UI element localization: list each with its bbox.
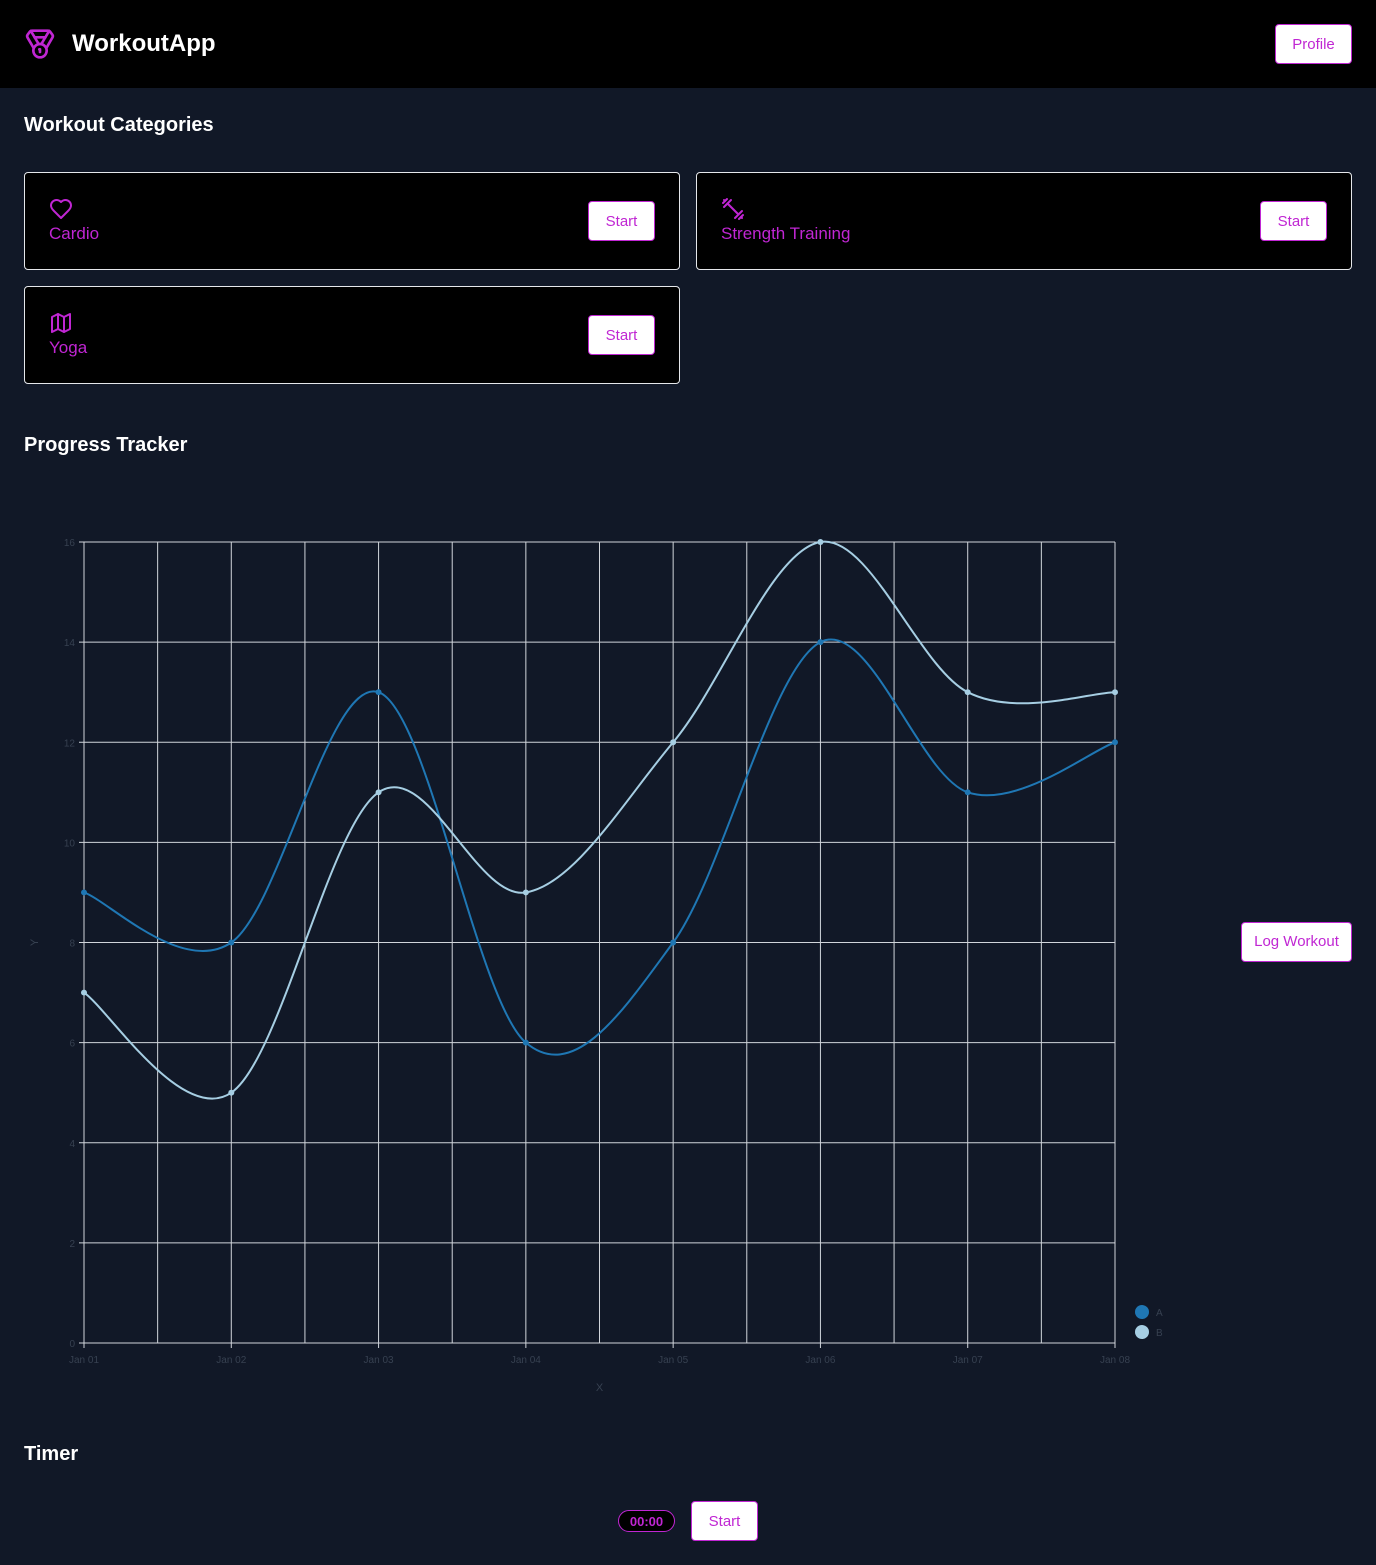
y-tick-label: 8	[69, 939, 75, 950]
x-axis-label: X	[596, 1382, 604, 1394]
start-yoga-button[interactable]: Start	[588, 315, 655, 355]
data-point-b	[228, 1089, 235, 1096]
data-point-a	[670, 939, 677, 946]
app-title: WorkoutApp	[72, 30, 216, 57]
y-tick-label: 2	[69, 1239, 75, 1250]
profile-button[interactable]: Profile	[1275, 24, 1352, 64]
x-tick-label: Jan 04	[511, 1355, 541, 1366]
data-point-b	[670, 739, 677, 746]
data-point-b	[817, 539, 824, 545]
category-label: Cardio	[49, 224, 100, 243]
map-icon	[51, 313, 71, 333]
app-header: WorkoutApp Profile	[0, 0, 1376, 88]
data-point-b	[81, 989, 87, 996]
start-strength-button[interactable]: Start	[1260, 201, 1327, 241]
data-point-b	[1112, 689, 1118, 696]
timer-display: 00:00	[618, 1510, 675, 1532]
y-tick-label: 14	[64, 638, 76, 649]
data-point-b	[964, 689, 971, 696]
dumbbell-icon	[722, 198, 744, 220]
category-card-yoga: Yoga Start	[24, 286, 680, 384]
data-point-a	[228, 939, 235, 946]
category-label: Yoga	[49, 338, 88, 357]
category-card-cardio: Cardio Start	[24, 172, 680, 270]
data-point-a	[81, 889, 87, 896]
log-workout-button[interactable]: Log Workout	[1241, 922, 1352, 962]
timer-start-button[interactable]: Start	[691, 1501, 758, 1541]
data-point-a	[964, 789, 971, 796]
medal-icon	[25, 29, 55, 59]
data-point-a	[522, 1039, 529, 1046]
start-cardio-button[interactable]: Start	[588, 201, 655, 241]
progress-chart: 0 2 4 6 8 10 12 14 16 Jan 01 Jan 02 Jan 03 Jan 04 Jan…	[24, 500, 1184, 1410]
legend-label-a: A	[1156, 1308, 1163, 1319]
y-tick-label: 16	[64, 538, 76, 549]
data-point-a	[375, 689, 382, 696]
categories-heading: Workout Categories	[24, 114, 214, 136]
x-tick-label: Jan 01	[69, 1355, 99, 1366]
timer-heading: Timer	[24, 1443, 79, 1465]
progress-chart-svg: 0 2 4 6 8 10 12 14 16 Jan 01 Jan 02 Jan 03 Jan 04 Jan…	[29, 538, 1163, 1394]
legend-swatch-a	[1135, 1305, 1149, 1319]
x-tick-label: Jan 06	[805, 1355, 835, 1366]
y-axis-label: Y	[29, 938, 41, 946]
data-point-b	[375, 789, 382, 796]
legend-label-b: B	[1156, 1328, 1163, 1339]
category-label: Strength Training	[721, 224, 851, 243]
x-tick-label: Jan 02	[216, 1355, 246, 1366]
x-tick-label: Jan 03	[364, 1355, 394, 1366]
data-point-b	[522, 889, 529, 896]
y-tick-label: 4	[69, 1139, 75, 1150]
y-tick-label: 6	[69, 1039, 75, 1050]
data-point-a	[1112, 739, 1118, 746]
data-point-a	[817, 639, 824, 646]
y-tick-label: 10	[64, 838, 76, 849]
heart-icon	[50, 199, 72, 219]
legend-swatch-b	[1135, 1325, 1149, 1339]
category-card-strength: Strength Training Start	[696, 172, 1352, 270]
y-tick-label: 12	[64, 738, 76, 749]
x-tick-label: Jan 07	[953, 1355, 983, 1366]
y-tick-label: 0	[69, 1339, 75, 1350]
progress-heading: Progress Tracker	[24, 434, 188, 456]
x-tick-label: Jan 08	[1100, 1355, 1130, 1366]
x-tick-label: Jan 05	[658, 1355, 688, 1366]
